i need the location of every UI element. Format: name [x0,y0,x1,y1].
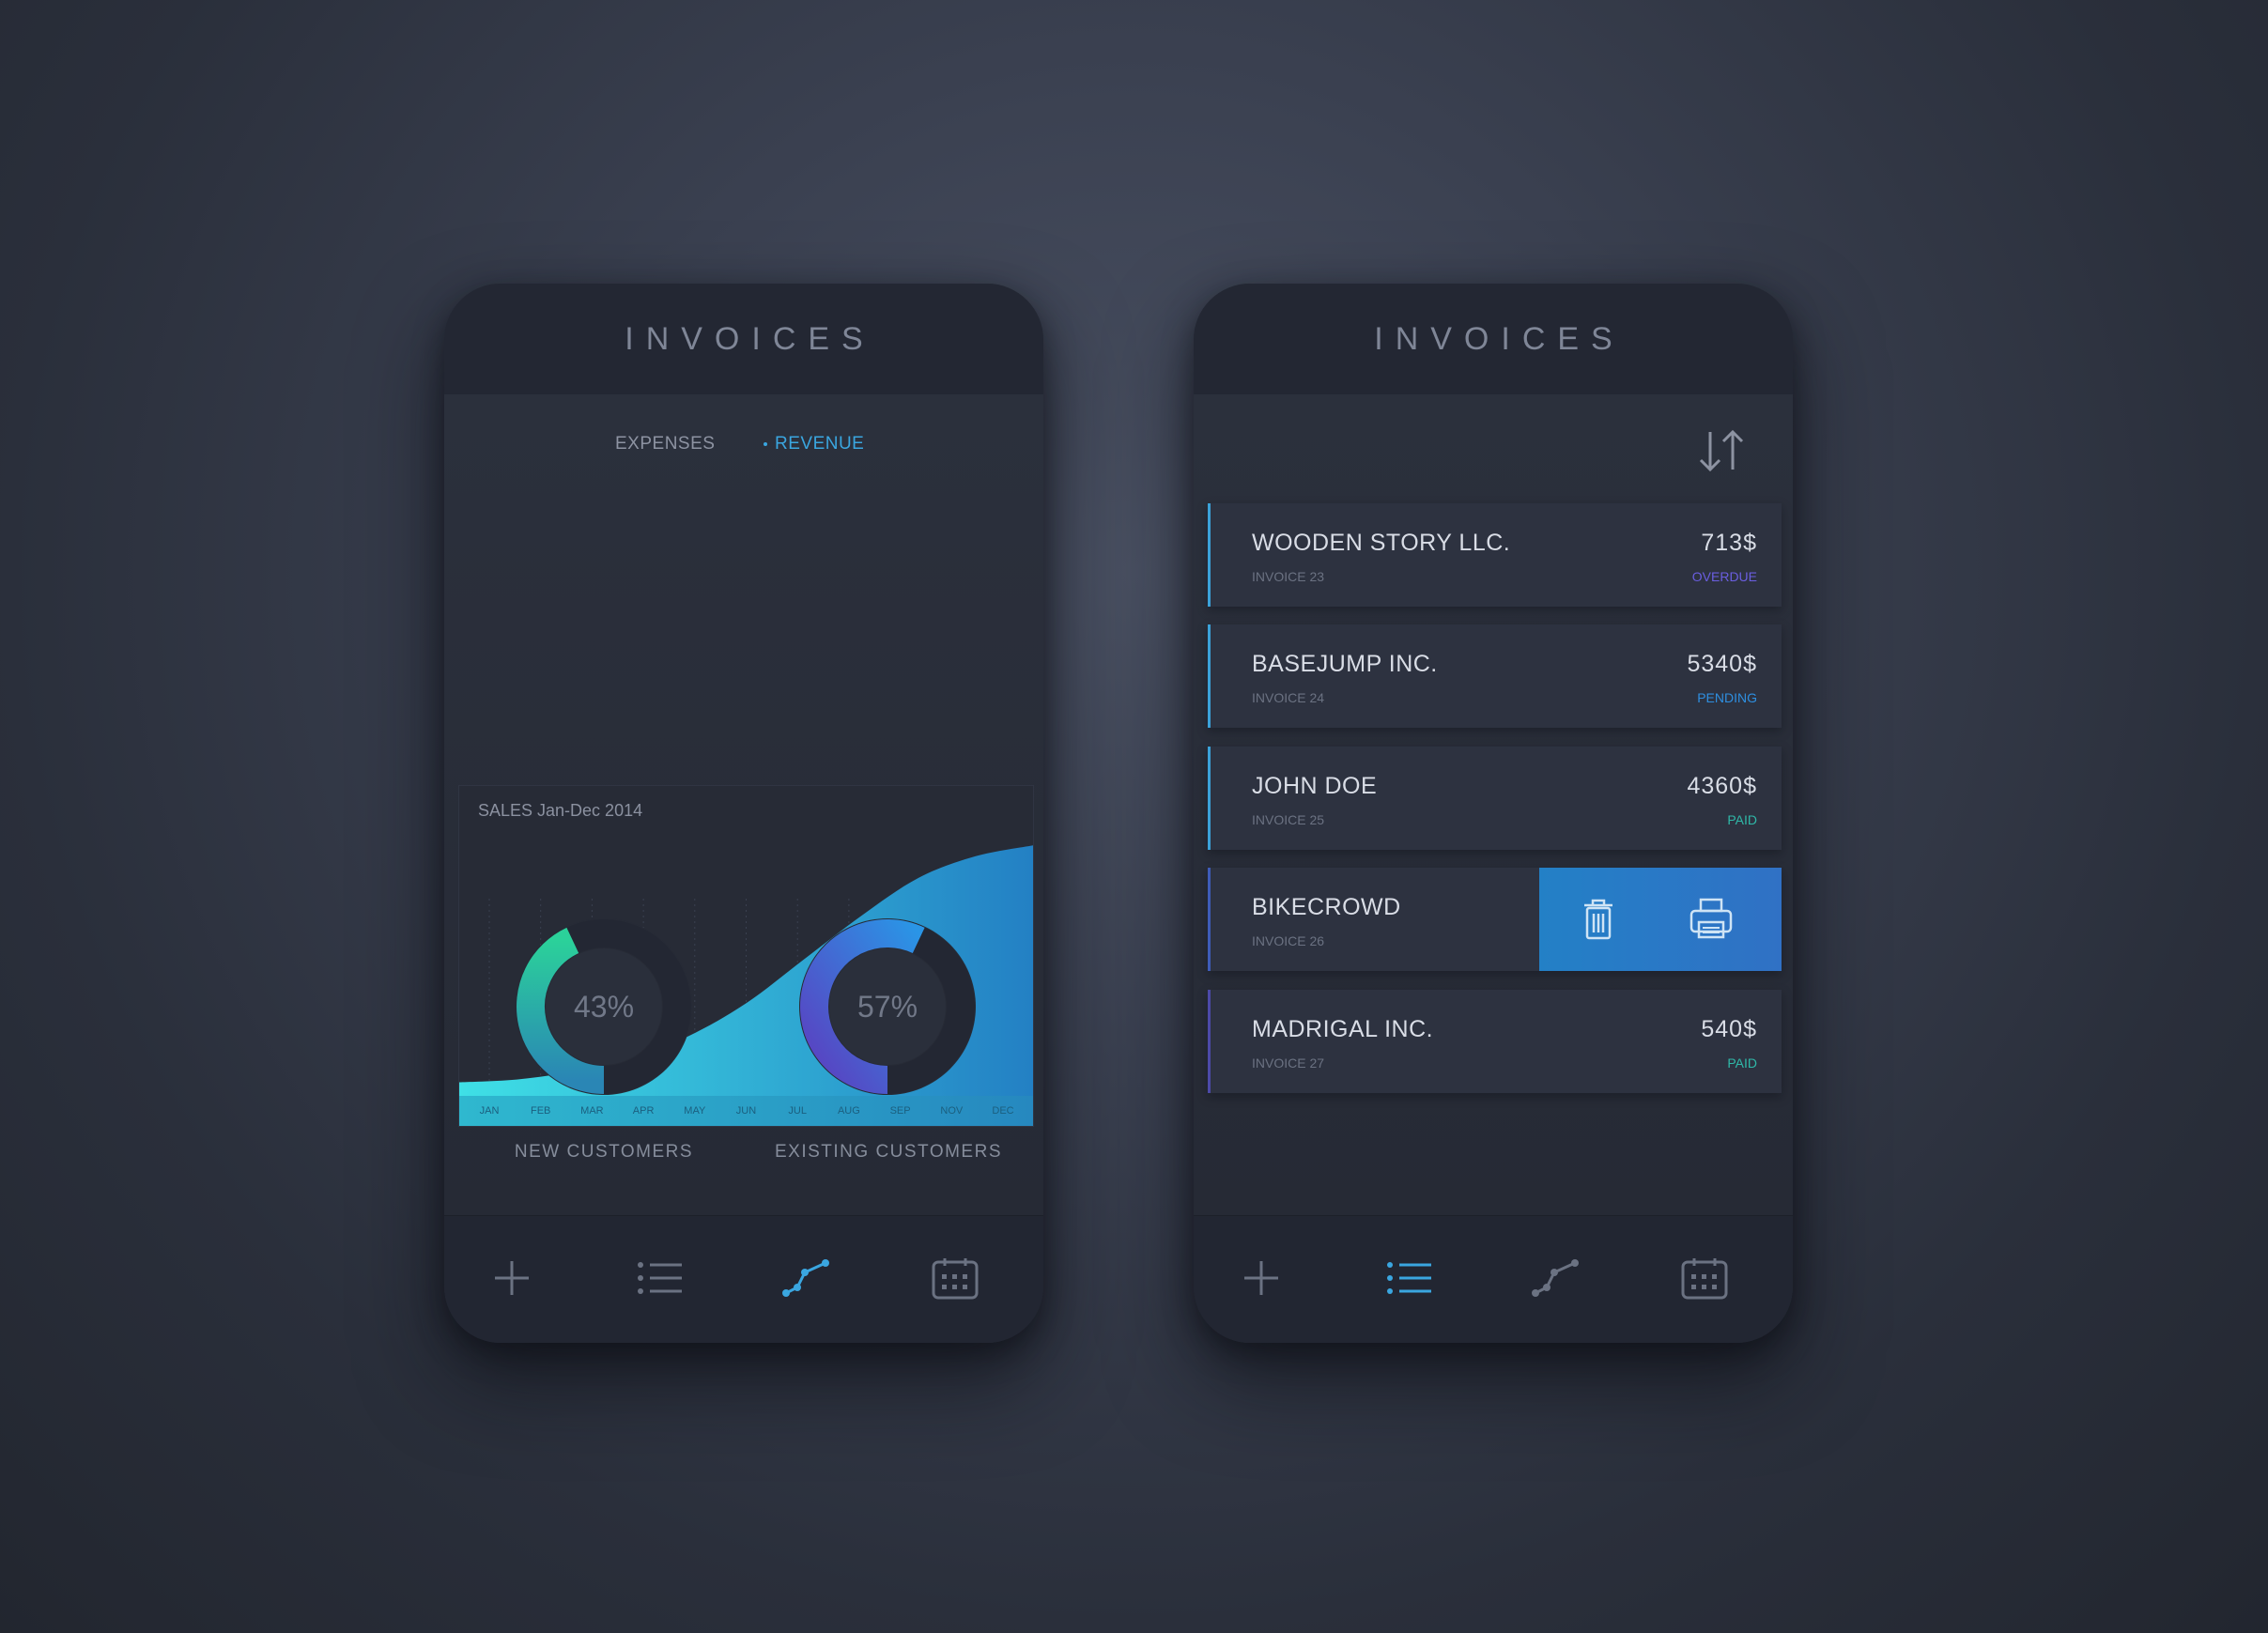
print-button[interactable] [1688,896,1735,943]
month-tick-label: JUN [735,1105,757,1117]
row-accent-bar [1208,624,1211,728]
phone-left-dashboard: INVOICES EXPENSES REVENUE SALES Jan-Dec … [444,284,1043,1343]
existing-customers-label: EXISTING CUSTOMERS [774,1142,1002,1162]
row-accent-bar [1208,747,1211,850]
invoice-number: INVOICE 27 [1252,1055,1325,1071]
client-name: JOHN DOE [1252,773,1378,799]
plus-icon [1244,1261,1278,1295]
row-accent-bar [1208,868,1211,971]
invoice-number: INVOICE 26 [1252,933,1325,948]
calendar-icon [932,1258,979,1300]
invoice-row[interactable]: WOODEN STORY LLC. INVOICE 23 713$ OVERDU… [1208,503,1782,607]
printer-icon [1689,898,1733,939]
existing-customers-donut: 57% [784,903,991,1110]
client-name: BASEJUMP INC. [1252,651,1438,677]
invoice-amount: 540$ [1701,1016,1757,1042]
list-tab[interactable] [1380,1248,1440,1308]
list-icon [638,1262,682,1294]
tab-revenue[interactable]: REVENUE [764,434,864,454]
invoice-amount: 713$ [1701,530,1757,556]
page-title: INVOICES [625,320,875,357]
status-badge: OVERDUE [1691,569,1757,584]
header: INVOICES [1194,284,1793,394]
invoice-row[interactable]: BASEJUMP INC. INVOICE 24 5340$ PENDING [1208,624,1782,728]
tab-expenses[interactable]: EXPENSES [615,434,715,454]
sort-arrows-icon [1699,429,1744,472]
row-accent-bar [1208,990,1211,1093]
invoice-amount: 5340$ [1687,651,1757,677]
list-tab[interactable] [630,1248,690,1308]
chart-tab[interactable] [777,1248,837,1308]
bottom-tab-bar [444,1215,1043,1343]
new-customers-percent: 43% [573,989,635,1024]
row-accent-bar [1208,503,1211,607]
existing-customers-percent: 57% [856,989,918,1024]
calendar-icon [1681,1258,1728,1300]
phone-right-invoice-list: INVOICES WOODEN STORY LLC. INVOICE 23 71… [1194,284,1793,1343]
sort-button[interactable] [1695,424,1748,477]
client-name: BIKECROWD [1252,894,1401,920]
invoice-row[interactable]: MADRIGAL INC. INVOICE 27 540$ PAID [1208,990,1782,1093]
page-title: INVOICES [1374,320,1625,357]
status-badge: PENDING [1697,690,1757,705]
chart-tab[interactable] [1526,1248,1586,1308]
chart-line-icon [782,1259,829,1297]
status-badge: PAID [1727,812,1757,827]
month-tick-label: JAN [479,1105,500,1117]
tab-revenue-label: REVENUE [775,434,865,454]
header: INVOICES [444,284,1043,394]
invoice-number: INVOICE 24 [1252,690,1325,705]
invoice-number: INVOICE 25 [1252,812,1325,827]
row-swipe-actions [1539,868,1782,971]
chart-line-icon [1532,1259,1579,1297]
status-badge: PAID [1727,1055,1757,1071]
calendar-tab[interactable] [1674,1248,1735,1308]
active-dot-icon [764,441,767,446]
add-tab[interactable] [482,1248,542,1308]
invoice-row[interactable]: JOHN DOE INVOICE 25 4360$ PAID [1208,747,1782,850]
new-customers-donut: 43% [501,903,707,1110]
new-customers-label: NEW CUSTOMERS [514,1142,694,1162]
bottom-tab-bar [1194,1215,1793,1343]
invoice-row[interactable]: BIKECROWD INVOICE 26 [1208,868,1782,971]
client-name: WOODEN STORY LLC. [1252,530,1511,556]
plus-icon [495,1261,529,1295]
list-icon [1387,1262,1431,1294]
month-tick-label: DEC [992,1105,1014,1117]
calendar-tab[interactable] [925,1248,985,1308]
trash-icon [1584,899,1612,940]
invoice-number: INVOICE 23 [1252,569,1325,584]
client-name: MADRIGAL INC. [1252,1016,1434,1042]
add-tab[interactable] [1231,1248,1291,1308]
invoice-amount: 4360$ [1687,773,1757,799]
delete-button[interactable] [1575,896,1622,943]
